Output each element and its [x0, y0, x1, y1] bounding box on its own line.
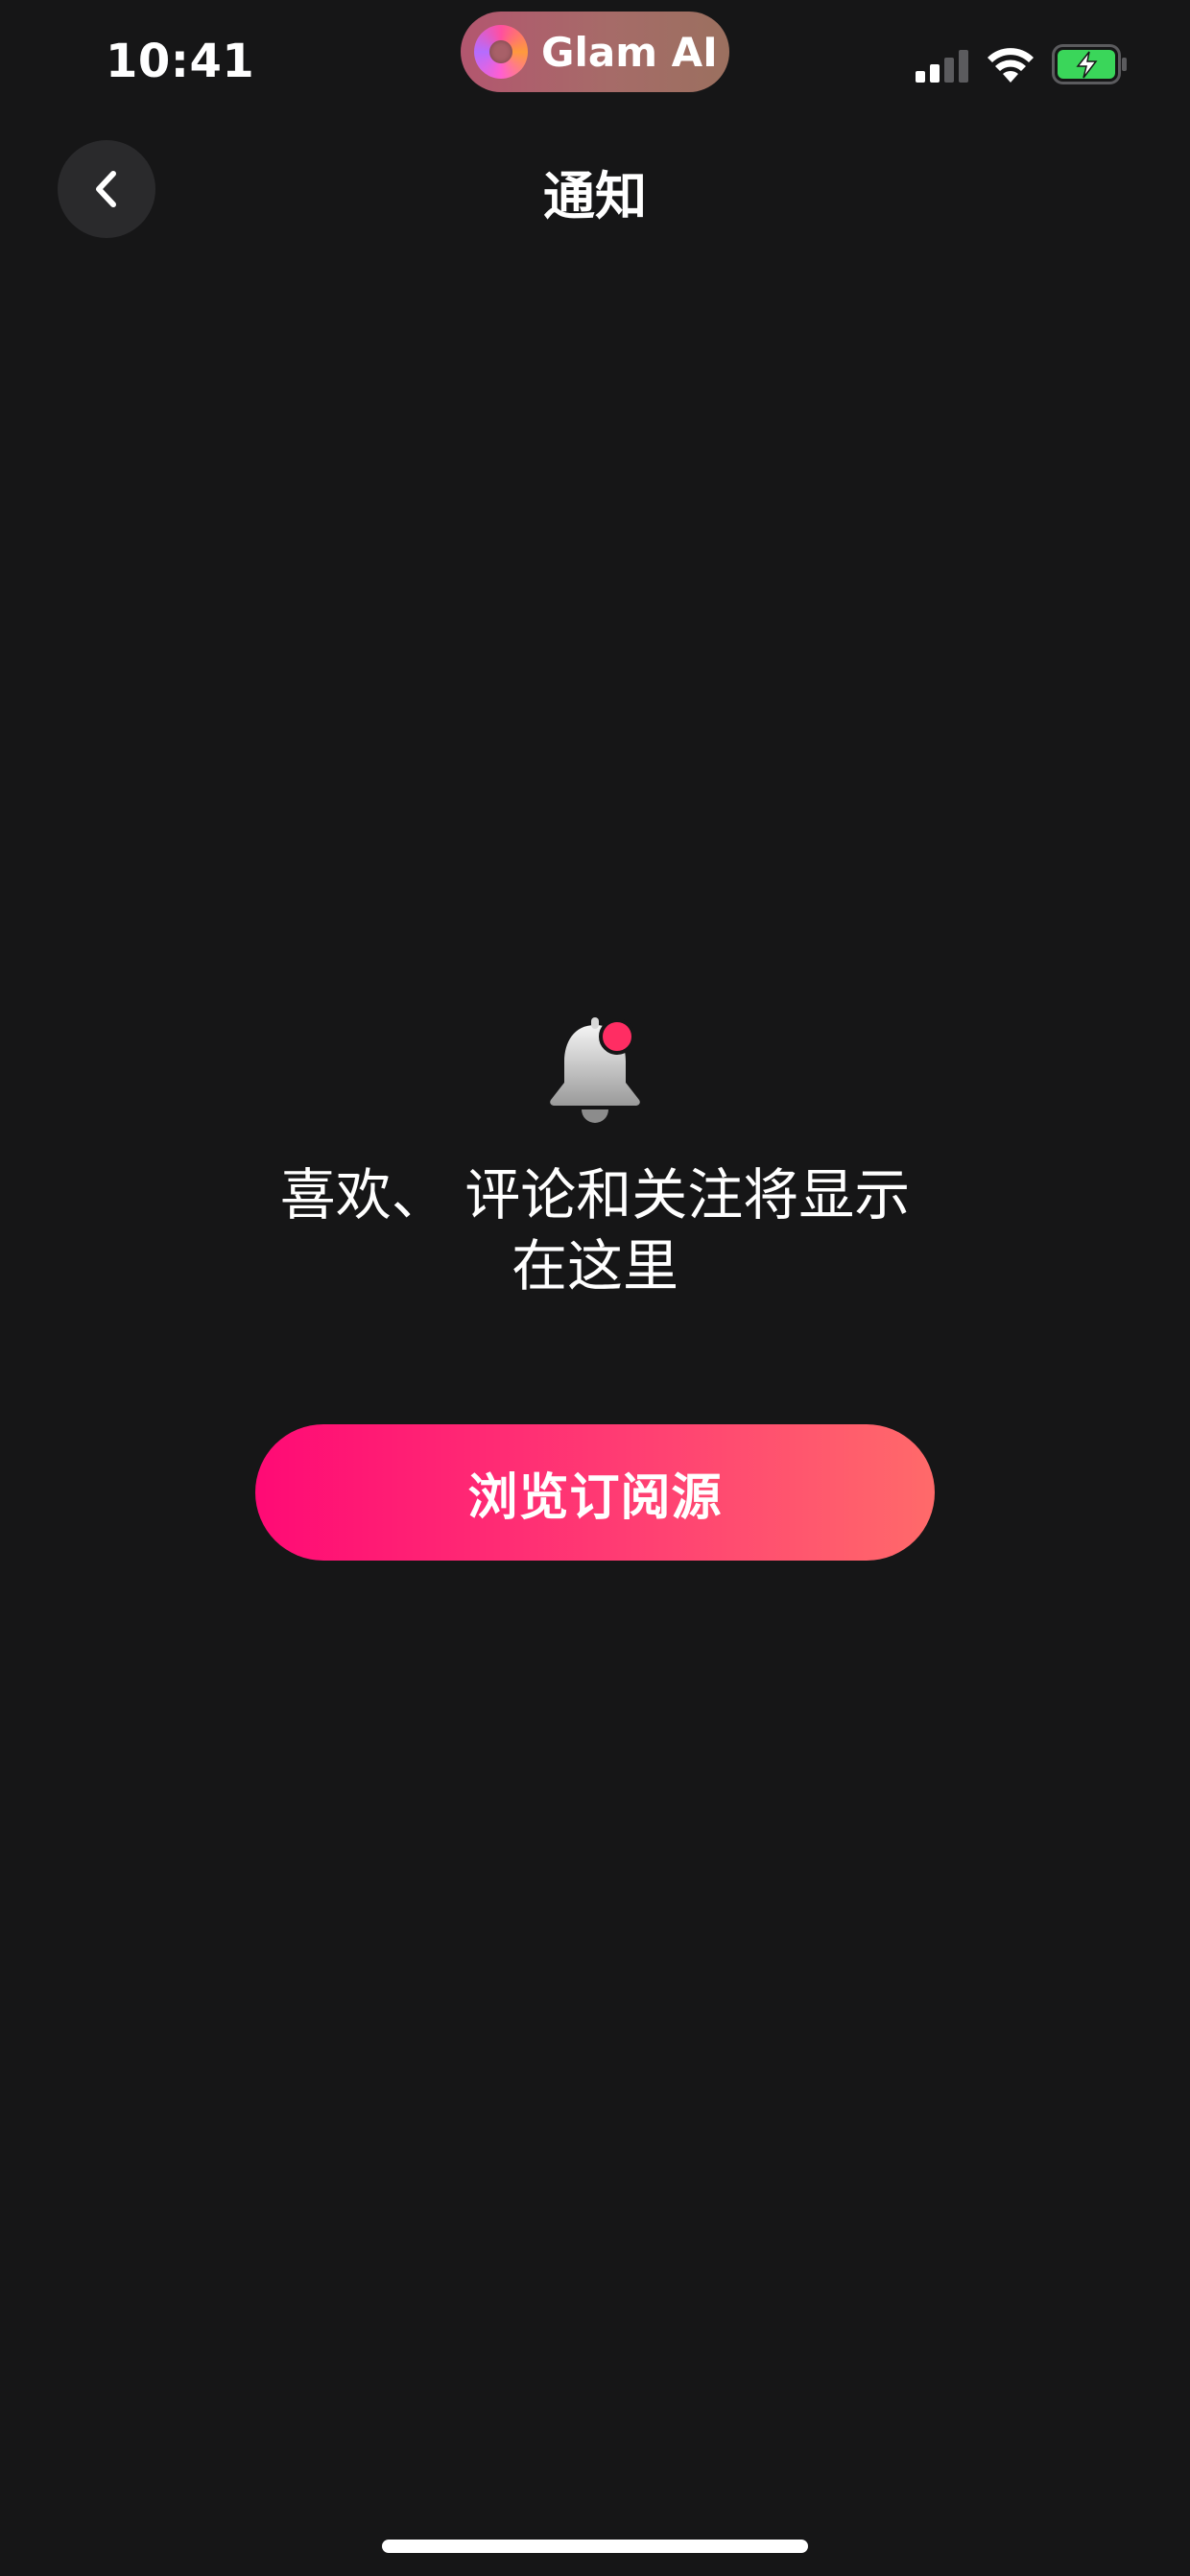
empty-message-line-1: 喜欢、 评论和关注将显示: [279, 1162, 911, 1228]
status-time: 10:41: [106, 35, 255, 88]
dynamic-island[interactable]: Glam AI: [461, 12, 729, 92]
browse-feed-button[interactable]: 浏览订阅源: [255, 1424, 935, 1561]
notifications-screen: 10:41 Glam AI 通知 喜欢、 评论和关注将显示 在这里 浏览订阅源: [0, 0, 1190, 2576]
page-title: 通知: [543, 166, 647, 227]
wifi-icon: [988, 48, 1034, 83]
empty-state-message: 喜欢、 评论和关注将显示 在这里: [211, 1159, 979, 1301]
home-indicator[interactable]: [382, 2540, 808, 2553]
glam-ai-logo-icon: [474, 25, 528, 79]
empty-message-line-2: 在这里: [511, 1233, 678, 1299]
battery-charging-icon: [1052, 44, 1127, 84]
signal-icon: [916, 50, 968, 83]
island-app-name: Glam AI: [541, 28, 718, 76]
bell-icon: [550, 1017, 640, 1123]
